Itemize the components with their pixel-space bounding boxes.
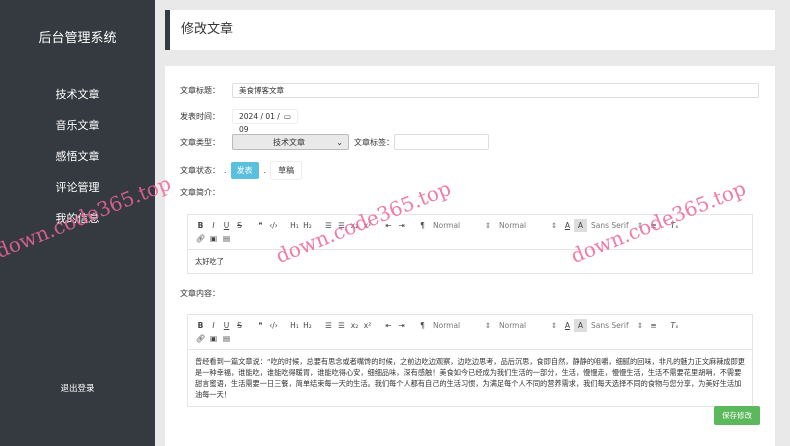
background-color-icon[interactable]: A [574,219,587,232]
nav-music-articles[interactable]: 音乐文章 [0,110,155,141]
italic-icon[interactable]: I [207,219,220,232]
outdent-icon[interactable]: ⇤ [382,319,395,332]
type-select[interactable]: 技术文章 ⌄ [232,134,349,150]
content-editor: B I U S ❞ ‹/› H₁ H₂ ☰ ☰ x₂ x² ⇤ ⇥ ¶ Normal ⇕ Normal ⇕ AA … [187,314,753,407]
date-input[interactable]: 2024 / 01 / 09 ▭ [232,109,298,134]
type-label: 文章类型： [180,137,220,147]
title-label: 文章标题： [180,86,220,95]
font-select[interactable]: Sans Serif ⇕ [591,219,643,232]
strike-icon[interactable]: S [233,319,246,332]
image-icon[interactable]: ▣ [207,232,220,245]
align-icon[interactable]: ≡ [647,319,660,332]
h1-icon[interactable]: H₁ [288,219,301,232]
link-icon[interactable]: 🔗︎ [194,232,207,245]
edit-form: 文章标题： 美食博客文章 发表时间： 2024 / 01 / 09 ▭ 文章类型：… [165,66,775,446]
page-title: 修改文章 [165,10,775,50]
title-input[interactable]: 美食博客文章 [232,83,759,98]
underline-icon[interactable]: U [220,219,233,232]
superscript-icon[interactable]: x² [361,319,374,332]
size-select[interactable]: Normal ⇕ [499,319,557,332]
nav-tech-articles[interactable]: 技术文章 [0,79,155,110]
font-select-value: Sans Serif [591,221,629,230]
underline-icon[interactable]: U [220,319,233,332]
code-icon[interactable]: ‹/› [267,219,280,232]
status-label: 文章状态： [180,166,220,175]
bullet-list-icon[interactable]: ☰ [335,219,348,232]
superscript-icon[interactable]: x² [361,219,374,232]
nav-my-info[interactable]: 我的信息 [0,203,155,234]
image-icon[interactable]: ▣ [207,332,220,345]
calendar-icon[interactable]: ▭ [284,110,291,123]
radio-dot[interactable]: . [224,166,227,175]
summary-editor: B I U S ❞ ‹/› H₁ H₂ ☰ ☰ x₂ x² ⇤ ⇥ ¶ Normal ⇕ Normal ⇕ AA … [187,214,753,274]
indent-icon[interactable]: ⇥ [395,319,408,332]
outdent-icon[interactable]: ⇤ [382,219,395,232]
clear-format-icon[interactable]: Tₓ [668,319,681,332]
clear-format-icon[interactable]: Tₓ [668,219,681,232]
sidebar: 后台管理系统 技术文章 音乐文章 感悟文章 评论管理 我的信息 退出登录 [0,0,155,446]
tag-label: 文章标签： [354,137,394,147]
indent-icon[interactable]: ⇥ [395,219,408,232]
subscript-icon[interactable]: x₂ [348,319,361,332]
header-select-value: Normal [433,221,461,230]
h2-icon[interactable]: H₂ [301,319,314,332]
direction-icon[interactable]: ¶ [416,319,429,332]
publish-button[interactable]: 发表 [230,162,259,179]
font-color-icon[interactable]: A [561,319,574,332]
bullet-list-icon[interactable]: ☰ [335,319,348,332]
date-value: 2024 / 01 / 09 [239,112,280,134]
video-icon[interactable]: ▤ [220,332,233,345]
ordered-list-icon[interactable]: ☰ [322,319,335,332]
header-select[interactable]: Normal ⇕ [433,219,491,232]
ordered-list-icon[interactable]: ☰ [322,219,335,232]
summary-content[interactable]: 太好吃了 [188,250,752,273]
subscript-icon[interactable]: x₂ [348,219,361,232]
align-icon[interactable]: ≡ [647,219,660,232]
content-label: 文章内容： [180,289,220,298]
brand-title: 后台管理系统 [38,31,117,46]
header-select[interactable]: Normal ⇕ [433,319,491,332]
italic-icon[interactable]: I [207,319,220,332]
chevron-down-icon: ⌄ [336,137,343,147]
nav-comment-management[interactable]: 评论管理 [0,172,155,203]
save-button[interactable]: 保存修改 [714,406,760,425]
h1-icon[interactable]: H₁ [288,319,301,332]
draft-button[interactable]: 草稿 [270,161,303,180]
date-label: 发表时间： [180,112,220,121]
bold-icon[interactable]: B [194,219,207,232]
nav-insight-articles[interactable]: 感悟文章 [0,141,155,172]
size-select-value: Normal [499,321,527,330]
bold-icon[interactable]: B [194,319,207,332]
content-toolbar: B I U S ❞ ‹/› H₁ H₂ ☰ ☰ x₂ x² ⇤ ⇥ ¶ Normal ⇕ Normal ⇕ AA … [188,315,752,350]
strike-icon[interactable]: S [233,219,246,232]
article-content[interactable]: 曾经看到一篇文章说：“吃的时候，总要有思念或者嘴馋的时候，之前边吃边观察，边吃边… [188,350,752,406]
video-icon[interactable]: ▤ [220,232,233,245]
logout-link[interactable]: 退出登录 [0,382,155,394]
summary-label: 文章简介： [180,188,220,197]
font-select[interactable]: Sans Serif ⇕ [591,319,643,332]
size-select-value: Normal [499,221,527,230]
size-select[interactable]: Normal ⇕ [499,219,557,232]
type-value: 技术文章 [273,137,305,147]
font-select-value: Sans Serif [591,321,629,330]
h2-icon[interactable]: H₂ [301,219,314,232]
background-color-icon[interactable]: A [574,319,587,332]
summary-toolbar: B I U S ❞ ‹/› H₁ H₂ ☰ ☰ x₂ x² ⇤ ⇥ ¶ Normal ⇕ Normal ⇕ AA … [188,215,752,250]
link-icon[interactable]: 🔗︎ [194,332,207,345]
blockquote-icon[interactable]: ❞ [254,319,267,332]
blockquote-icon[interactable]: ❞ [254,219,267,232]
font-color-icon[interactable]: A [561,219,574,232]
radio-dot[interactable]: . [264,166,267,175]
code-icon[interactable]: ‹/› [267,319,280,332]
tag-input[interactable] [394,134,489,150]
direction-icon[interactable]: ¶ [416,219,429,232]
header-select-value: Normal [433,321,461,330]
